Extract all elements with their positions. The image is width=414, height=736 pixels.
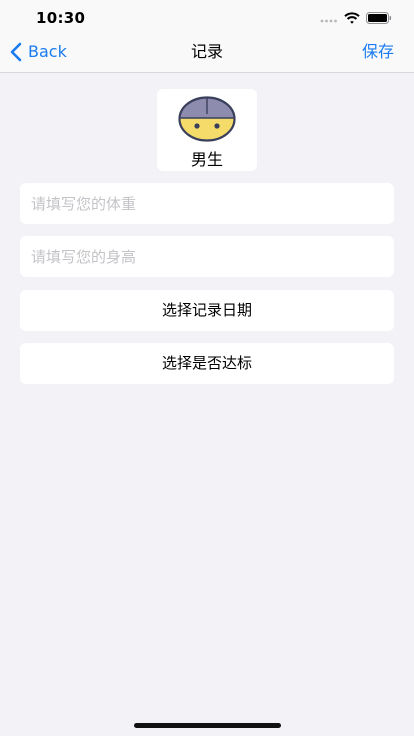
status-icons <box>320 11 392 25</box>
back-button-label: Back <box>28 42 67 61</box>
status-bar: 10:30 <box>0 0 414 30</box>
save-button[interactable]: 保存 <box>362 30 394 73</box>
navigation-bar: Back 记录 保存 <box>0 30 414 73</box>
back-button[interactable]: Back <box>10 30 67 73</box>
gender-avatar-card[interactable]: 男生 <box>157 89 257 171</box>
wifi-icon <box>344 12 360 24</box>
status-time: 10:30 <box>36 9 86 27</box>
home-indicator[interactable] <box>134 723 281 728</box>
chevron-left-icon <box>10 42 22 61</box>
boy-face-icon <box>178 96 236 142</box>
weight-input[interactable] <box>20 183 394 224</box>
signal-icon <box>320 19 337 23</box>
select-record-date-button[interactable]: 选择记录日期 <box>20 290 394 331</box>
height-input[interactable] <box>20 236 394 277</box>
gender-label: 男生 <box>190 150 223 169</box>
select-standard-button[interactable]: 选择是否达标 <box>20 343 394 384</box>
battery-icon <box>366 12 392 24</box>
